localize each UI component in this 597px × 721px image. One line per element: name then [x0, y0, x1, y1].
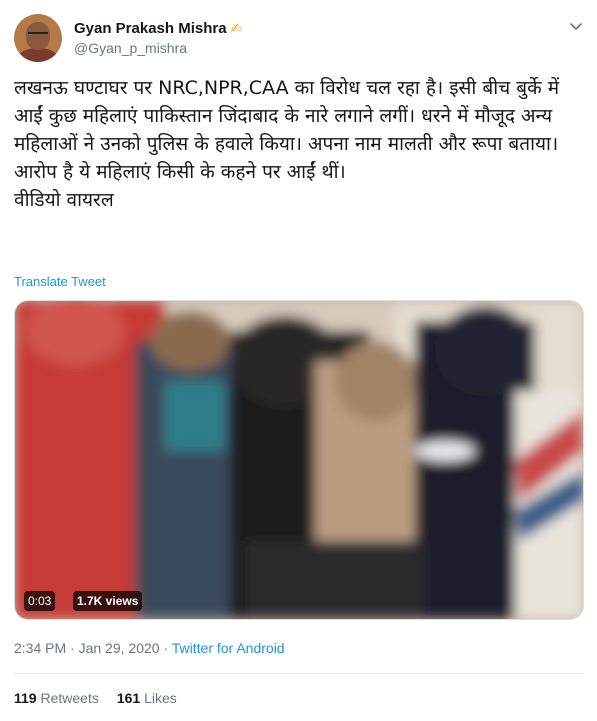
video-frame [15, 301, 583, 619]
retweets-label: Retweets [40, 690, 99, 706]
author-info[interactable]: Gyan Prakash Mishra ✍ @Gyan_p_mishra [74, 18, 242, 56]
divider [14, 673, 584, 674]
likes-count: 161 [116, 690, 141, 706]
tweet-source[interactable]: Twitter for Android [172, 640, 285, 656]
video-player[interactable]: 0:03 1.7K views [14, 300, 584, 620]
video-views: 1.7K views [73, 591, 143, 611]
author-handle[interactable]: @Gyan_p_mishra [74, 40, 242, 56]
tweet-header: Gyan Prakash Mishra ✍ @Gyan_p_mishra [14, 14, 584, 64]
likes-label: Likes [144, 690, 177, 706]
tweet-time[interactable]: 2:34 PM [14, 640, 66, 656]
tweet-stats: 119 Retweets 161 Likes [14, 690, 177, 706]
tweet-card: Gyan Prakash Mishra ✍ @Gyan_p_mishra लखनऊ… [0, 0, 597, 721]
pen-writing-icon: ✍ [230, 21, 243, 37]
retweets-stat[interactable]: 119 Retweets [14, 690, 99, 706]
tweet-meta: 2:34 PM · Jan 29, 2020 · Twitter for And… [14, 640, 285, 656]
translate-tweet-link[interactable]: Translate Tweet [14, 274, 106, 289]
meta-separator-2: · [163, 640, 169, 656]
likes-stat[interactable]: 161 Likes [117, 690, 177, 706]
author-name[interactable]: Gyan Prakash Mishra [74, 20, 227, 37]
avatar[interactable] [14, 14, 62, 62]
tweet-date[interactable]: Jan 29, 2020 [79, 640, 160, 656]
chevron-down-icon[interactable] [568, 18, 584, 34]
retweets-count: 119 [14, 690, 37, 706]
tweet-text: लखनऊ घण्टाघर पर NRC,NPR,CAA का विरोध चल … [14, 77, 560, 211]
video-duration: 0:03 [24, 591, 56, 611]
meta-separator: · [70, 640, 75, 656]
